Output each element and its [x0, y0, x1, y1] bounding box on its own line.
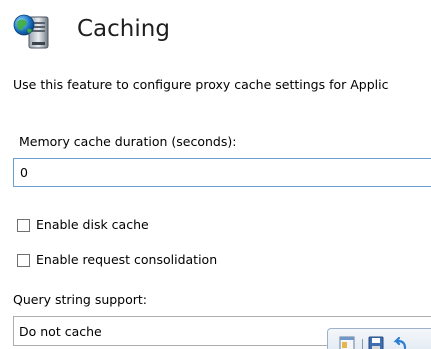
caching-feature-page: Caching Use this feature to configure pr…: [0, 0, 431, 349]
page-title: Caching: [77, 16, 170, 42]
memory-cache-duration-input[interactable]: [13, 158, 431, 187]
memory-cache-duration-label: Memory cache duration (seconds):: [19, 134, 237, 149]
server-globe-icon: [13, 14, 49, 49]
toolbar-separator: [362, 339, 363, 349]
feature-description: Use this feature to configure proxy cach…: [13, 77, 389, 92]
query-string-selected-value: Do not cache: [19, 324, 102, 339]
undo-icon[interactable]: [392, 336, 408, 349]
floating-toolbar: [327, 328, 431, 349]
query-string-support-label: Query string support:: [13, 292, 148, 307]
enable-request-consolidation-label: Enable request consolidation: [36, 252, 218, 267]
enable-request-consolidation-option[interactable]: Enable request consolidation: [17, 251, 217, 269]
enable-disk-cache-checkbox[interactable]: [17, 218, 30, 232]
window-icon[interactable]: [339, 336, 355, 349]
enable-disk-cache-option[interactable]: Enable disk cache: [17, 216, 149, 234]
enable-request-consolidation-checkbox[interactable]: [17, 253, 30, 267]
save-icon[interactable]: [368, 336, 384, 349]
enable-disk-cache-label: Enable disk cache: [36, 217, 149, 232]
